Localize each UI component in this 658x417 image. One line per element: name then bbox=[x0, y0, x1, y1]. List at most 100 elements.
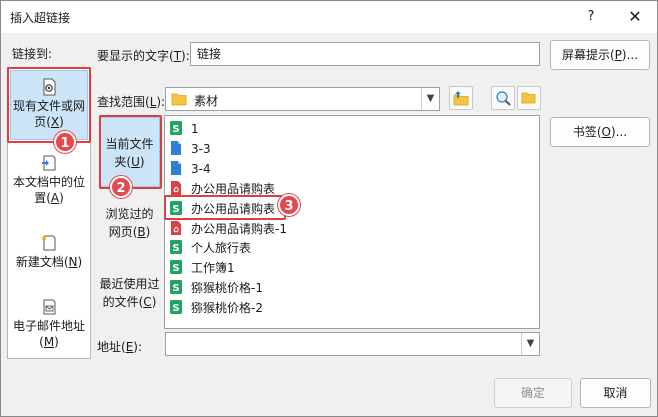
display-text-key: T bbox=[173, 49, 182, 63]
callout-1-badge: 1 bbox=[54, 131, 76, 153]
look-in-label-end: ): bbox=[156, 95, 166, 109]
link-email-end: ) bbox=[54, 335, 59, 349]
link-email-address[interactable]: 电子邮件地址 (M) bbox=[8, 298, 90, 350]
browsed-pages-line2: 网页( bbox=[108, 225, 138, 239]
new-document-icon bbox=[41, 235, 56, 251]
excel-file-icon: S bbox=[170, 121, 182, 135]
bookmark-label: 书签( bbox=[572, 125, 602, 139]
file-name: 猕猴桃价格-1 bbox=[191, 281, 263, 296]
file-name: 办公用品请购表-1 bbox=[191, 221, 287, 236]
file-list-item[interactable]: 办公用品请购表-1 bbox=[169, 220, 287, 239]
cancel-button[interactable]: 取消 bbox=[580, 378, 651, 408]
link-place-end: ) bbox=[59, 191, 64, 205]
callout-2-badge: 2 bbox=[110, 176, 132, 198]
address-label-end: ): bbox=[133, 340, 143, 354]
screentip-label: 屏幕提示( bbox=[561, 48, 615, 62]
pdf-file-icon bbox=[171, 220, 181, 235]
recent-files-end: ) bbox=[151, 295, 157, 309]
file-list-item[interactable]: S 猕猴桃价格-2 bbox=[169, 299, 263, 318]
up-folder-icon bbox=[453, 91, 469, 106]
ok-button[interactable]: 确定 bbox=[494, 378, 572, 408]
callout-1-box bbox=[7, 67, 91, 143]
folder-icon bbox=[171, 93, 187, 106]
email-address-icon bbox=[43, 299, 56, 315]
svg-text:S: S bbox=[172, 263, 179, 274]
look-in-select[interactable]: 素材 ▼ bbox=[165, 87, 440, 111]
file-name: 个人旅行表 bbox=[191, 241, 252, 256]
svg-text:S: S bbox=[172, 124, 179, 135]
address-label-text: 地址( bbox=[97, 340, 126, 354]
file-list-item[interactable]: 3-4 bbox=[169, 160, 211, 179]
insert-hyperlink-dialog: 插入超链接 ? ✕ 链接到: 现有文件或网 页(X) 本文档中的位 置(A) 新… bbox=[0, 0, 658, 417]
link-email-line1: 电子邮件地址 bbox=[12, 319, 85, 333]
link-new-document[interactable]: 新建文档(N) bbox=[8, 234, 90, 270]
recent-files-tab[interactable]: 最近使用过 的文件(C) bbox=[98, 275, 161, 311]
browse-web-icon bbox=[496, 91, 511, 106]
recent-files-key: C bbox=[143, 295, 152, 309]
address-input[interactable]: ▼ bbox=[165, 332, 540, 356]
link-place-in-document[interactable]: 本文档中的位 置(A) bbox=[8, 154, 90, 206]
address-label: 地址(E): bbox=[97, 338, 142, 355]
dialog-title: 插入超链接 bbox=[10, 11, 71, 25]
file-name: 3-3 bbox=[191, 141, 211, 156]
title-bar: 插入超链接 ? ✕ bbox=[1, 1, 657, 33]
callout-2-box bbox=[99, 115, 162, 189]
link-place-line1: 本文档中的位 bbox=[12, 175, 85, 189]
look-in-label: 查找范围(L): bbox=[97, 93, 165, 110]
close-button[interactable]: ✕ bbox=[623, 5, 647, 29]
look-in-label-text: 查找范围( bbox=[97, 95, 150, 109]
place-in-document-icon bbox=[42, 155, 56, 171]
link-email-key: M bbox=[43, 335, 55, 349]
svg-text:S: S bbox=[172, 243, 179, 254]
browse-web-button[interactable] bbox=[491, 86, 515, 110]
doc-file-icon bbox=[171, 140, 181, 155]
chevron-down-icon[interactable]: ▼ bbox=[421, 88, 439, 110]
file-name: 3-4 bbox=[191, 161, 211, 176]
excel-file-icon: S bbox=[170, 280, 182, 295]
browsed-pages-key: B bbox=[137, 225, 146, 239]
display-text-label-end: ): bbox=[181, 49, 190, 63]
up-one-folder-button[interactable] bbox=[449, 86, 473, 110]
file-name: 办公用品请购表 bbox=[191, 181, 276, 196]
file-name: 工作簿1 bbox=[191, 261, 235, 276]
svg-text:S: S bbox=[172, 283, 179, 294]
browsed-pages-end: ) bbox=[145, 225, 151, 239]
file-list[interactable]: S 1 3-3 3-4 办公用品请购表 S 办公用品请购表 办公用品请购表-1 S 个人旅行表 S 工… bbox=[164, 115, 540, 329]
address-dropdown-icon[interactable]: ▼ bbox=[521, 333, 539, 355]
excel-file-icon: S bbox=[170, 300, 182, 315]
file-list-item[interactable]: S 个人旅行表 bbox=[169, 239, 251, 258]
browse-file-button[interactable] bbox=[517, 86, 541, 110]
recent-files-line2: 的文件( bbox=[102, 295, 144, 309]
file-list-item[interactable]: S 猕猴桃价格-1 bbox=[169, 279, 263, 298]
file-list-item[interactable]: S1 bbox=[169, 120, 199, 139]
look-in-value: 素材 bbox=[194, 94, 219, 108]
screentip-button[interactable]: 屏幕提示(P)... bbox=[550, 40, 650, 70]
browsed-pages-line1: 浏览过的 bbox=[105, 207, 154, 221]
file-list-item[interactable]: 3-3 bbox=[169, 140, 211, 159]
file-name: 猕猴桃价格-2 bbox=[191, 301, 263, 316]
help-button[interactable]: ? bbox=[579, 5, 603, 29]
bookmark-button[interactable]: 书签(O)... bbox=[550, 117, 650, 147]
open-folder-icon bbox=[521, 92, 536, 104]
callout-3-badge: 3 bbox=[278, 194, 300, 216]
bookmark-key: O bbox=[601, 125, 611, 139]
screentip-key: P bbox=[614, 48, 622, 62]
link-new-end: ) bbox=[77, 255, 83, 269]
doc-file-icon bbox=[171, 160, 181, 175]
svg-text:S: S bbox=[172, 303, 179, 314]
display-text-input[interactable]: 链接 bbox=[190, 42, 540, 66]
screentip-label-end: )... bbox=[621, 48, 639, 62]
excel-file-icon: S bbox=[170, 240, 182, 255]
link-place-key: A bbox=[50, 191, 60, 205]
recent-files-line1: 最近使用过 bbox=[99, 277, 160, 291]
pdf-file-icon bbox=[171, 180, 181, 195]
browsed-pages-tab[interactable]: 浏览过的 网页(B) bbox=[98, 205, 161, 241]
file-list-item[interactable]: S 工作簿1 bbox=[169, 259, 235, 278]
link-to-label: 链接到: bbox=[12, 47, 53, 61]
link-new-line1: 新建文档( bbox=[15, 255, 69, 269]
excel-file-icon: S bbox=[170, 260, 182, 275]
bookmark-label-end: )... bbox=[611, 125, 628, 139]
file-name: 1 bbox=[191, 122, 199, 136]
callout-3-box bbox=[164, 195, 286, 220]
link-place-line2: 置( bbox=[34, 191, 51, 205]
